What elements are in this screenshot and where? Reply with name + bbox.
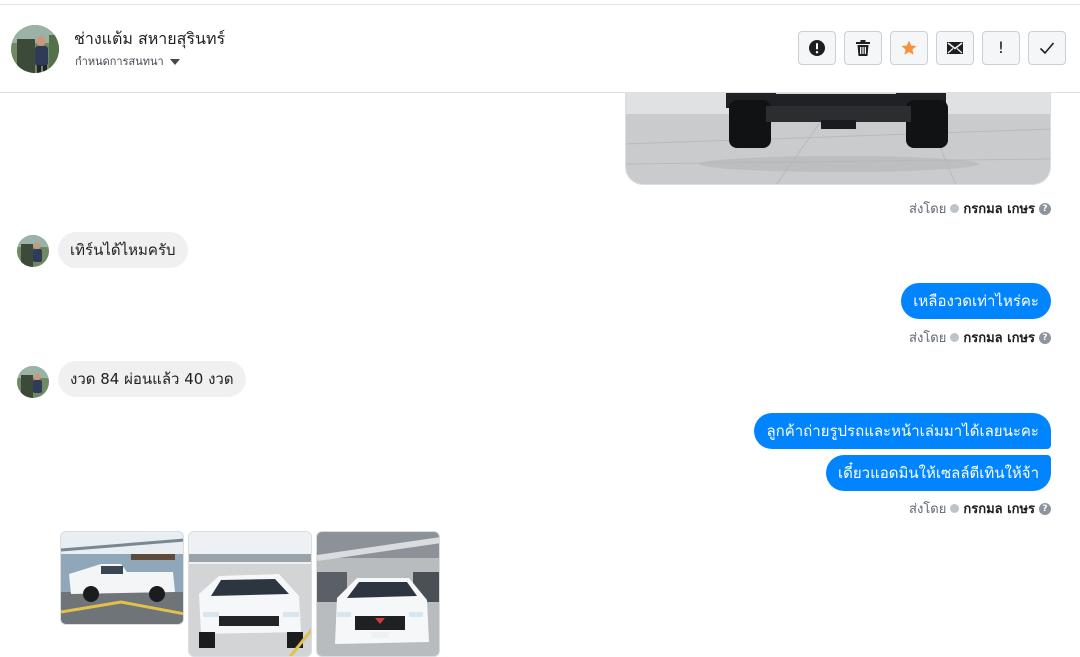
star-button[interactable] xyxy=(890,31,928,65)
checkmark-icon xyxy=(1039,42,1055,55)
sent-by-label: ส่งโดย xyxy=(909,331,947,346)
message-bubble-outgoing[interactable]: เดี๋ยวแอดมินให้เซลล์ตีเทินให้จ้า xyxy=(826,455,1051,491)
message-bubble-incoming[interactable]: เทิร์นได้ไหมครับ xyxy=(58,232,188,268)
conversation-page: ช่างแต้ม สหายสุรินทร์ กำหนดการสนทนา ! ส่… xyxy=(0,0,1080,657)
agent-status-icon xyxy=(950,333,960,342)
attachment-photo-truck-front-close[interactable] xyxy=(316,531,440,657)
report-spam-button[interactable] xyxy=(798,31,836,65)
agent-status-icon xyxy=(950,504,960,513)
envelope-icon xyxy=(947,42,963,54)
sent-photo-truck-rear[interactable] xyxy=(625,84,1051,185)
trash-icon xyxy=(856,40,870,56)
sent-by-line: ส่งโดย กรกมล เกษร ? xyxy=(909,327,1051,348)
agent-name[interactable]: กรกมล เกษร xyxy=(963,498,1035,519)
delete-button[interactable] xyxy=(844,31,882,65)
exclamation-icon: ! xyxy=(997,38,1005,57)
sent-by-label: ส่งโดย xyxy=(909,202,947,217)
message-bubble-outgoing[interactable]: ลูกค้าถ่ายรูปรถและหน้าเล่มมาได้เลยนะคะ xyxy=(754,413,1051,449)
help-icon[interactable]: ? xyxy=(1039,502,1051,515)
assign-conversation-dropdown[interactable]: กำหนดการสนทนา xyxy=(75,52,180,70)
contact-name[interactable]: ช่างแต้ม สหายสุรินทร์ xyxy=(74,27,225,52)
conversation-header: ช่างแต้ม สหายสุรินทร์ กำหนดการสนทนา ! xyxy=(0,4,1080,93)
star-icon xyxy=(901,40,917,55)
caret-down-icon xyxy=(169,58,180,65)
sent-by-label: ส่งโดย xyxy=(909,502,947,517)
contact-avatar-small[interactable] xyxy=(17,366,49,398)
contact-avatar[interactable] xyxy=(11,25,59,73)
message-bubble-outgoing[interactable]: เหลืองวดเท่าไหร่คะ xyxy=(901,283,1051,319)
message-bubble-incoming[interactable]: งวด 84 ผ่อนแล้ว 40 งวด xyxy=(58,361,246,397)
help-icon[interactable]: ? xyxy=(1039,331,1051,344)
agent-name[interactable]: กรกมล เกษร xyxy=(963,198,1035,219)
sent-by-line: ส่งโดย กรกมล เกษร ? xyxy=(909,498,1051,519)
contact-avatar-small[interactable] xyxy=(17,235,49,267)
agent-status-icon xyxy=(950,204,960,213)
message-thread: ส่งโดย กรกมล เกษร ? เทิร์นได้ไหมครับ เหล… xyxy=(0,84,1080,657)
assign-label: กำหนดการสนทนา xyxy=(75,55,164,68)
mark-done-button[interactable] xyxy=(1028,31,1066,65)
help-icon[interactable]: ? xyxy=(1039,202,1051,215)
sent-by-line: ส่งโดย กรกมล เกษร ? xyxy=(909,198,1051,219)
agent-name[interactable]: กรกมล เกษร xyxy=(963,327,1035,348)
exclamation-circle-icon xyxy=(809,40,825,56)
attachment-photo-truck-front[interactable] xyxy=(188,531,312,657)
mark-unread-button[interactable] xyxy=(936,31,974,65)
attachment-photo-truck-side[interactable] xyxy=(60,531,184,625)
conversation-actions: ! xyxy=(798,31,1066,65)
flag-important-button[interactable]: ! xyxy=(982,31,1020,65)
